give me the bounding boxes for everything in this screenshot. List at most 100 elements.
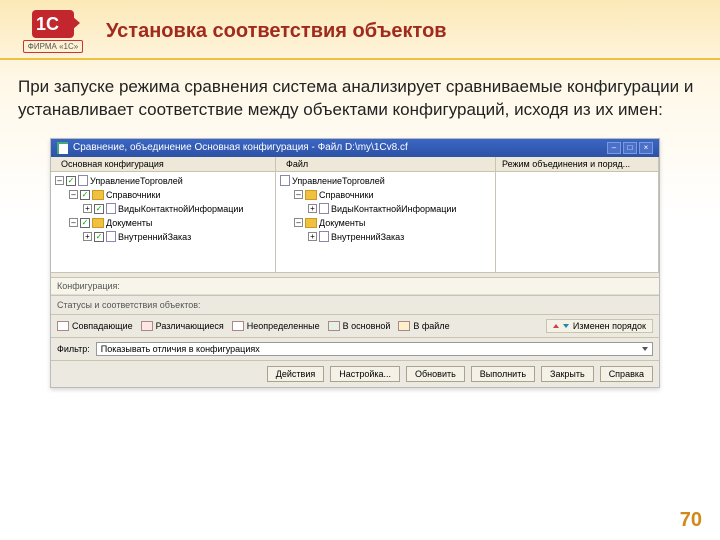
close-button[interactable]: × [639, 142, 653, 154]
status-label: В основной [343, 321, 391, 331]
col-header-mode: Режим объединения и поряд... [496, 157, 659, 171]
change-order-button[interactable]: Изменен порядок [546, 319, 653, 333]
folder-icon [305, 218, 317, 228]
doc-icon [106, 231, 116, 242]
tree-row: – Справочники [294, 188, 491, 202]
tree-left[interactable]: –✓УправлениеТорговлей –✓Справочники +✓Ви… [51, 172, 276, 272]
tree-label: Документы [319, 218, 365, 228]
maximize-button[interactable]: □ [623, 142, 637, 154]
collapse-icon[interactable]: – [294, 218, 303, 227]
checkbox[interactable]: ✓ [66, 176, 76, 186]
expand-icon[interactable]: + [308, 232, 317, 241]
collapse-icon[interactable]: – [55, 176, 64, 185]
logo-mark: 1С [32, 10, 74, 38]
folder-icon [305, 190, 317, 200]
tree-row: –✓ Документы [69, 216, 271, 230]
tree-row: + ВнутреннийЗаказ [308, 230, 491, 244]
filter-select[interactable]: Показывать отличия в конфигурациях [96, 342, 653, 356]
swatch-icon [232, 321, 244, 331]
doc-icon [78, 175, 88, 186]
col-header-main-label: Основная конфигурация [61, 159, 164, 169]
tree-row: УправлениеТорговлей [280, 174, 491, 188]
tree-row: +✓ ВидыКонтактнойИнформации [83, 202, 271, 216]
expand-icon[interactable]: + [308, 204, 317, 213]
button-row: Действия Настройка... Обновить Выполнить… [51, 360, 659, 387]
expand-icon[interactable]: + [83, 204, 92, 213]
slide-header: 1С ФИРМА «1С» Установка соответствия объ… [0, 0, 720, 60]
collapse-icon[interactable]: – [69, 218, 78, 227]
swatch-icon [398, 321, 410, 331]
status-item: Совпадающие [57, 321, 133, 331]
collapse-icon[interactable]: – [294, 190, 303, 199]
swatch-icon [141, 321, 153, 331]
checkbox[interactable]: ✓ [94, 232, 104, 242]
swatch-icon [57, 321, 69, 331]
tree-mode[interactable] [496, 172, 659, 272]
folder-icon [92, 190, 104, 200]
arrow-down-icon [563, 324, 569, 328]
col-header-file-label: Файл [286, 159, 308, 169]
tree-row: +✓ ВнутреннийЗаказ [83, 230, 271, 244]
settings-button[interactable]: Настройка... [330, 366, 400, 382]
filter-row: Фильтр: Показывать отличия в конфигураци… [51, 337, 659, 360]
status-item: Неопределенные [232, 321, 320, 331]
tree-label: УправлениеТорговлей [90, 176, 183, 186]
doc-icon [280, 175, 290, 186]
tree-label: Документы [106, 218, 152, 228]
collapse-icon[interactable]: – [69, 190, 78, 199]
status-legend: Совпадающие Различающиеся Неопределенные… [51, 314, 659, 337]
logo-subtitle: ФИРМА «1С» [23, 40, 83, 53]
app-icon [57, 142, 68, 154]
tree-label: Справочники [319, 190, 374, 200]
filter-value: Показывать отличия в конфигурациях [101, 344, 260, 354]
tree-row: –✓ Справочники [69, 188, 271, 202]
doc-icon [319, 203, 329, 214]
status-label: В файле [413, 321, 449, 331]
filter-label: Фильтр: [57, 344, 90, 354]
tree-label: ВнутреннийЗаказ [331, 232, 404, 242]
chevron-down-icon [642, 347, 648, 351]
folder-icon [92, 218, 104, 228]
tree-label: ВидыКонтактнойИнформации [118, 204, 243, 214]
doc-icon [106, 203, 116, 214]
checkbox[interactable]: ✓ [94, 204, 104, 214]
titlebar[interactable]: Сравнение, объединение Основная конфигур… [51, 139, 659, 157]
status-item: Различающиеся [141, 321, 224, 331]
window-controls: – □ × [607, 142, 653, 154]
help-button[interactable]: Справка [600, 366, 653, 382]
minimize-button[interactable]: – [607, 142, 621, 154]
window-title: Сравнение, объединение Основная конфигур… [73, 142, 408, 153]
logo-block: 1С ФИРМА «1С» [18, 10, 88, 52]
slide-title: Установка соответствия объектов [106, 20, 447, 43]
tree-label: УправлениеТорговлей [292, 176, 385, 186]
checkbox[interactable]: ✓ [80, 190, 90, 200]
swatch-icon [328, 321, 340, 331]
body-text: При запуске режима сравнения система ана… [0, 60, 720, 134]
status-label: Совпадающие [72, 321, 133, 331]
tree-label: ВнутреннийЗаказ [118, 232, 191, 242]
tree-row: + ВидыКонтактнойИнформации [308, 202, 491, 216]
close-dialog-button[interactable]: Закрыть [541, 366, 594, 382]
status-label: Неопределенные [247, 321, 320, 331]
actions-button[interactable]: Действия [267, 366, 324, 382]
refresh-button[interactable]: Обновить [406, 366, 465, 382]
status-item: В основной [328, 321, 391, 331]
col-header-main: Основная конфигурация [51, 157, 276, 171]
execute-button[interactable]: Выполнить [471, 366, 535, 382]
doc-icon [319, 231, 329, 242]
arrow-up-icon [553, 324, 559, 328]
tree-row: –✓ УправлениеТорговлей [55, 174, 271, 188]
tree-row: – Документы [294, 216, 491, 230]
tree-right[interactable]: УправлениеТорговлей – Справочники + ВидыКо… [276, 172, 496, 272]
tree-pane: –✓УправлениеТорговлей –✓Справочники +✓Ви… [51, 172, 659, 272]
status-caption: Статусы и соответствия объектов: [57, 300, 201, 310]
tree-label: ВидыКонтактнойИнформации [331, 204, 456, 214]
column-headers: Основная конфигурация Файл Режим объедин… [51, 157, 659, 172]
expand-icon[interactable]: + [83, 232, 92, 241]
config-section-label: Конфигурация: [51, 278, 659, 295]
status-label: Различающиеся [156, 321, 224, 331]
status-row: Статусы и соответствия объектов: [51, 295, 659, 314]
checkbox[interactable]: ✓ [80, 218, 90, 228]
col-header-file: Файл [276, 157, 496, 171]
tree-label: Справочники [106, 190, 161, 200]
